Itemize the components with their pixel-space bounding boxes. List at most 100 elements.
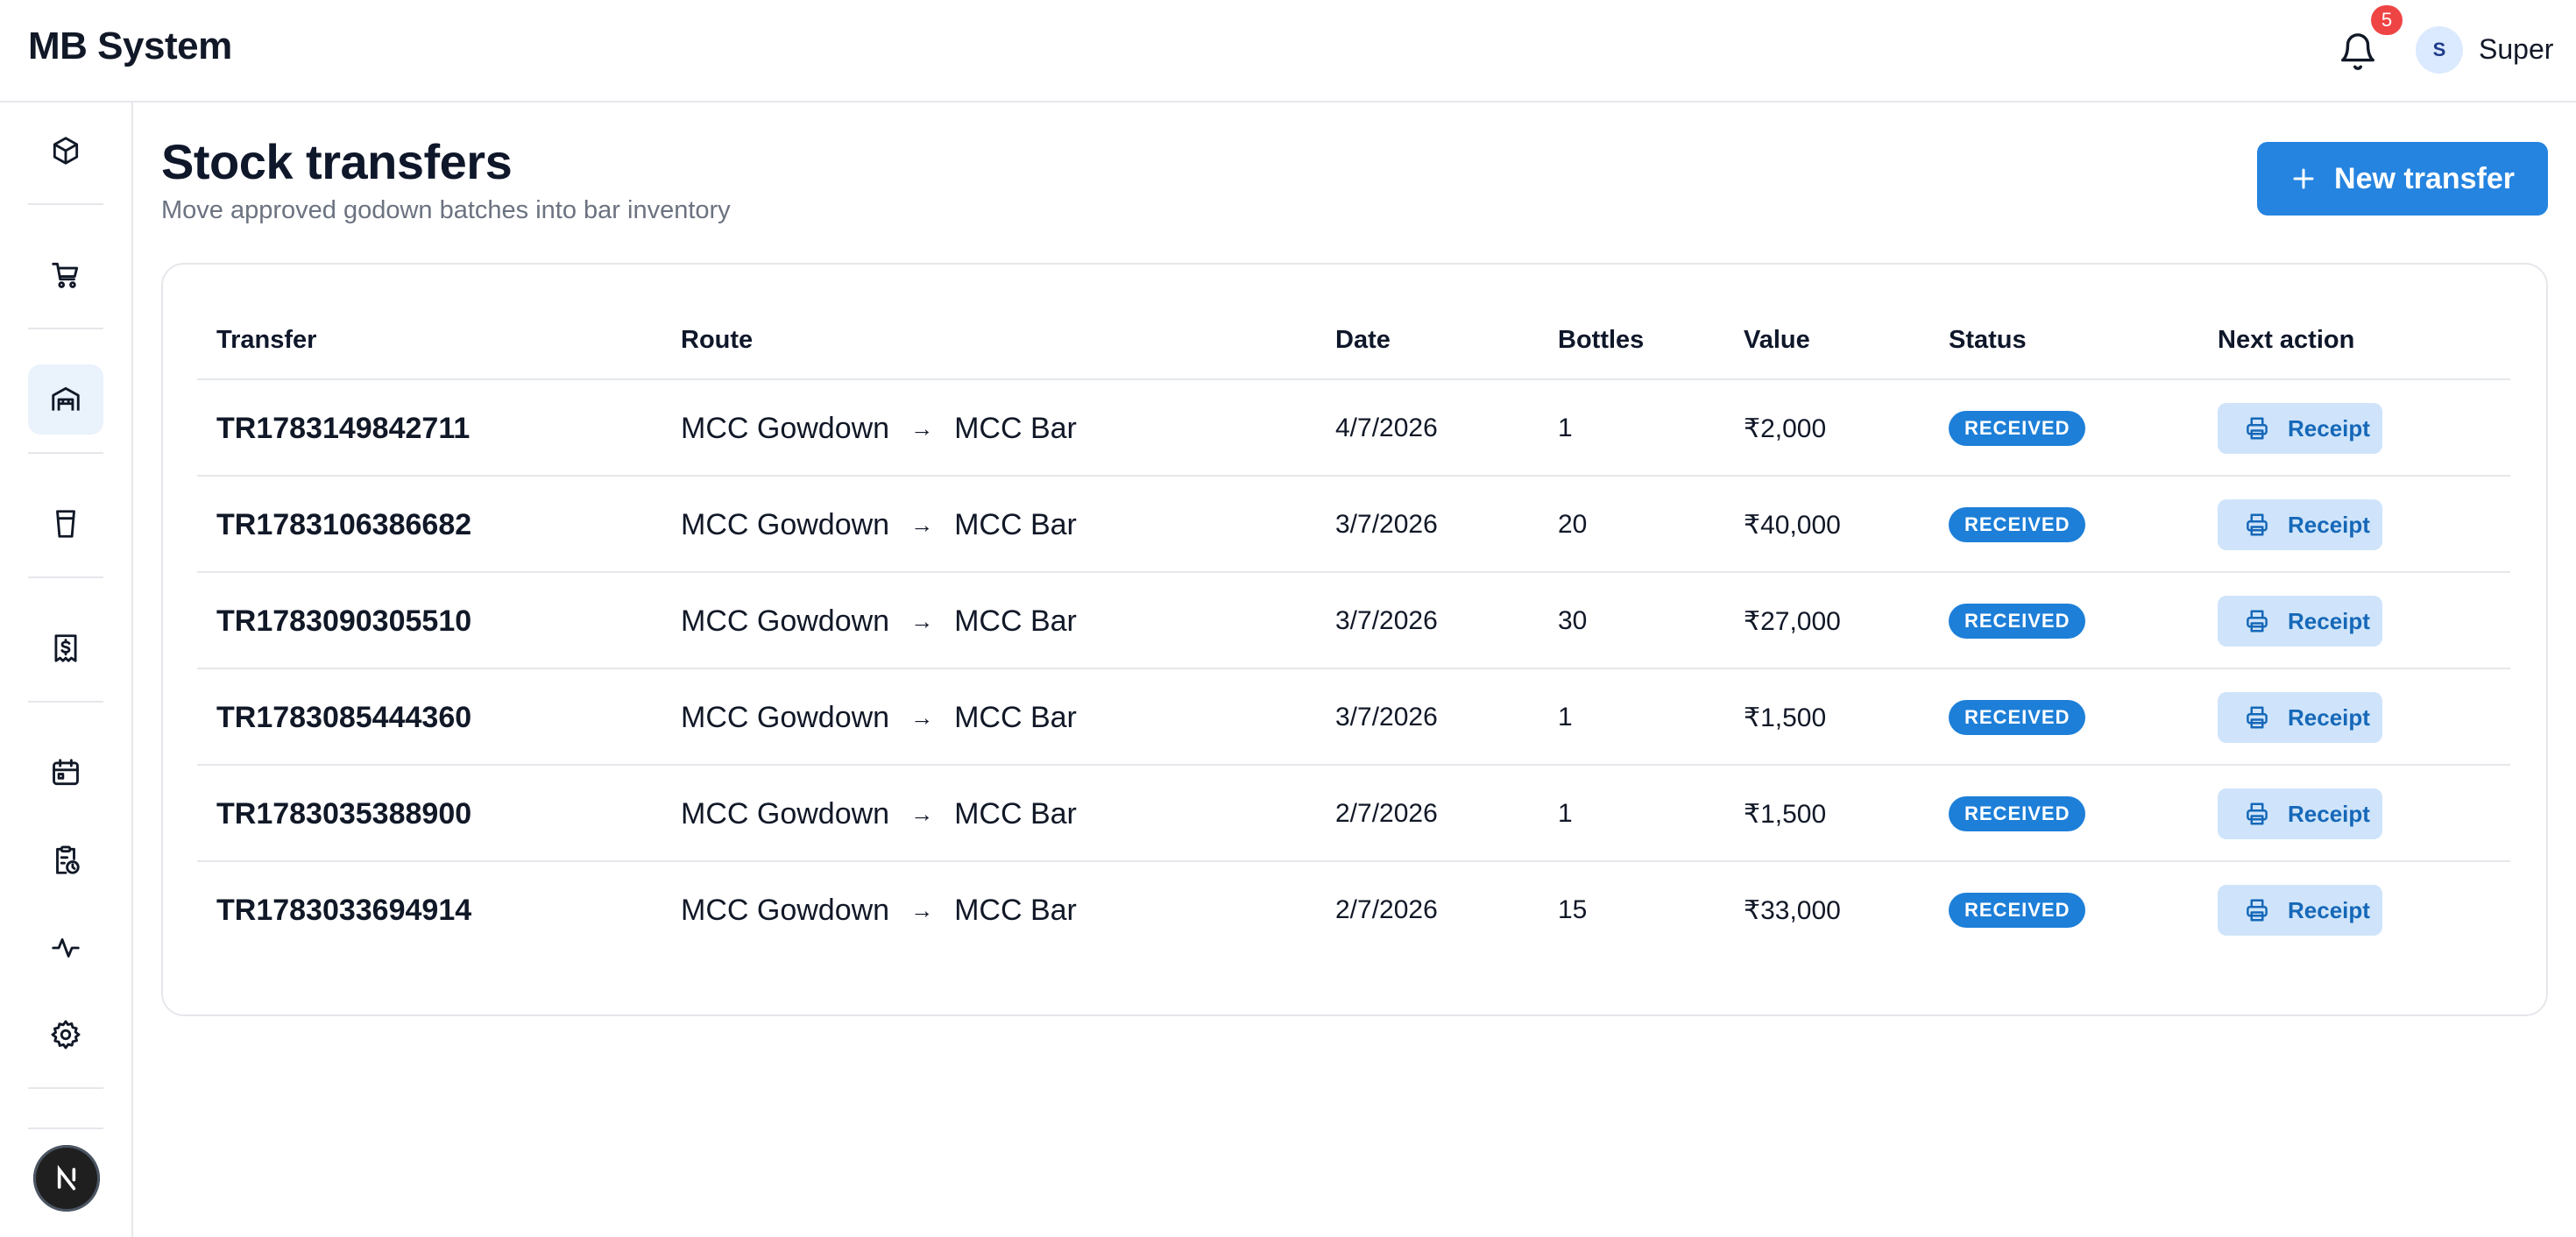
status-badge: RECEIVED [1949, 796, 2086, 831]
printer-icon [2247, 706, 2268, 729]
new-transfer-label: New transfer [2334, 161, 2515, 195]
transfer-id: TR1783106386682 [216, 507, 472, 541]
transfer-date: 3/7/2026 [1335, 510, 1438, 539]
printer-icon [2247, 610, 2268, 633]
transfer-id: TR1783033694914 [216, 893, 472, 927]
new-transfer-button[interactable]: New transfer [2257, 142, 2548, 216]
arrow-right-icon: → [910, 800, 934, 827]
sidebar-divider [28, 576, 103, 578]
bottle-count: 1 [1558, 414, 1573, 442]
status-cell: RECEIVED [1949, 477, 2086, 573]
route-to: MCC Bar [954, 893, 1077, 927]
table-row[interactable]: TR1783035388900 MCC Gowdown → MCC Bar 2/… [197, 766, 2510, 862]
receipt-label: Receipt [2288, 896, 2370, 923]
transfer-date: 2/7/2026 [1335, 895, 1438, 924]
action-cell: Receipt [2218, 669, 2382, 766]
route: MCC Gowdown → MCC Bar [681, 477, 1077, 573]
avatar[interactable]: S [2416, 26, 2463, 74]
sidebar-item-products[interactable] [28, 116, 103, 186]
arrow-right-icon: → [910, 607, 934, 634]
column-header-value: Value [1744, 326, 1810, 354]
notifications-button[interactable] [2338, 32, 2378, 72]
receipt-button[interactable]: Receipt [2218, 885, 2382, 936]
transfer-value: ₹2,000 [1744, 414, 1827, 443]
transfer-date: 4/7/2026 [1335, 414, 1438, 442]
receipt-button[interactable]: Receipt [2218, 596, 2382, 647]
table-row[interactable]: TR1783090305510 MCC Gowdown → MCC Bar 3/… [197, 573, 2510, 669]
action-cell: Receipt [2218, 380, 2382, 477]
box-icon [53, 137, 79, 165]
route: MCC Gowdown → MCC Bar [681, 669, 1077, 766]
transfer-id: TR1783149842711 [216, 411, 471, 445]
route-from: MCC Gowdown [681, 604, 890, 638]
sidebar-divider [28, 203, 103, 205]
arrow-right-icon: → [910, 703, 934, 731]
sidebar-item-reports[interactable] [28, 825, 103, 895]
sidebar-item-settings[interactable] [28, 1000, 103, 1070]
bell-icon [2341, 33, 2374, 70]
sidebar-item-calendar[interactable] [28, 738, 103, 808]
receipt-button[interactable]: Receipt [2218, 692, 2382, 743]
receipt-icon [54, 634, 77, 662]
column-header-bottles: Bottles [1558, 326, 1645, 354]
cart-icon [52, 262, 79, 288]
sidebar-item-purchases[interactable] [28, 240, 103, 310]
receipt-button[interactable]: Receipt [2218, 499, 2382, 550]
status-cell: RECEIVED [1949, 573, 2086, 669]
route-to: MCC Bar [954, 411, 1077, 445]
printer-icon [2247, 417, 2268, 440]
arrow-right-icon: → [910, 511, 934, 538]
page-subtitle: Move approved godown batches into bar in… [161, 196, 731, 224]
transfer-id: TR1783035388900 [216, 796, 472, 831]
sidebar-item-bar[interactable] [28, 489, 103, 559]
route-to: MCC Bar [954, 507, 1077, 541]
column-header-next-action: Next action [2218, 326, 2355, 354]
table-row[interactable]: TR1783106386682 MCC Gowdown → MCC Bar 3/… [197, 477, 2510, 573]
action-cell: Receipt [2218, 766, 2382, 862]
transfer-value: ₹33,000 [1744, 895, 1841, 925]
transfer-value: ₹27,000 [1744, 606, 1841, 636]
table-row[interactable]: TR1783149842711 MCC Gowdown → MCC Bar 4/… [197, 380, 2510, 477]
cup-icon [56, 510, 75, 538]
page-title: Stock transfers [161, 134, 513, 189]
receipt-label: Receipt [2288, 511, 2370, 538]
bottle-count: 15 [1558, 895, 1588, 924]
transfer-date: 3/7/2026 [1335, 703, 1438, 732]
sidebar-divider [28, 1087, 103, 1089]
sidebar-divider [28, 701, 103, 703]
sidebar-item-activity[interactable] [28, 913, 103, 983]
route: MCC Gowdown → MCC Bar [681, 573, 1077, 669]
transfer-id: TR1783090305510 [216, 604, 472, 638]
receipt-button[interactable]: Receipt [2218, 788, 2382, 839]
action-cell: Receipt [2218, 477, 2382, 573]
route: MCC Gowdown → MCC Bar [681, 380, 1077, 477]
table-row[interactable]: TR1783033694914 MCC Gowdown → MCC Bar 2/… [197, 862, 2510, 958]
status-cell: RECEIVED [1949, 380, 2086, 477]
n-logo[interactable] [33, 1145, 100, 1212]
receipt-button[interactable]: Receipt [2218, 403, 2382, 454]
route-from: MCC Gowdown [681, 796, 890, 831]
status-cell: RECEIVED [1949, 669, 2086, 766]
sidebar-divider [28, 1127, 103, 1129]
status-cell: RECEIVED [1949, 862, 2086, 958]
action-cell: Receipt [2218, 573, 2382, 669]
arrow-right-icon: → [910, 896, 934, 923]
sidebar-item-billing[interactable] [28, 613, 103, 683]
status-badge: RECEIVED [1949, 700, 2086, 735]
column-header-date: Date [1335, 326, 1391, 354]
status-badge: RECEIVED [1949, 507, 2086, 542]
table-row[interactable]: TR1783085444360 MCC Gowdown → MCC Bar 3/… [197, 669, 2510, 766]
clipboard-clock-icon [56, 845, 80, 874]
user-name[interactable]: Super [2479, 33, 2553, 66]
table-header: Transfer Route Date Bottles Value Status… [197, 321, 2510, 380]
receipt-label: Receipt [2288, 800, 2370, 827]
route-from: MCC Gowdown [681, 411, 890, 445]
status-badge: RECEIVED [1949, 604, 2086, 639]
app-title: MB System [28, 25, 232, 67]
n-logo-icon [57, 1164, 76, 1191]
sidebar-item-godown[interactable] [28, 364, 103, 435]
column-header-transfer: Transfer [216, 326, 317, 354]
calendar-icon [53, 759, 79, 786]
route-to: MCC Bar [954, 604, 1077, 638]
column-header-route: Route [681, 326, 754, 354]
